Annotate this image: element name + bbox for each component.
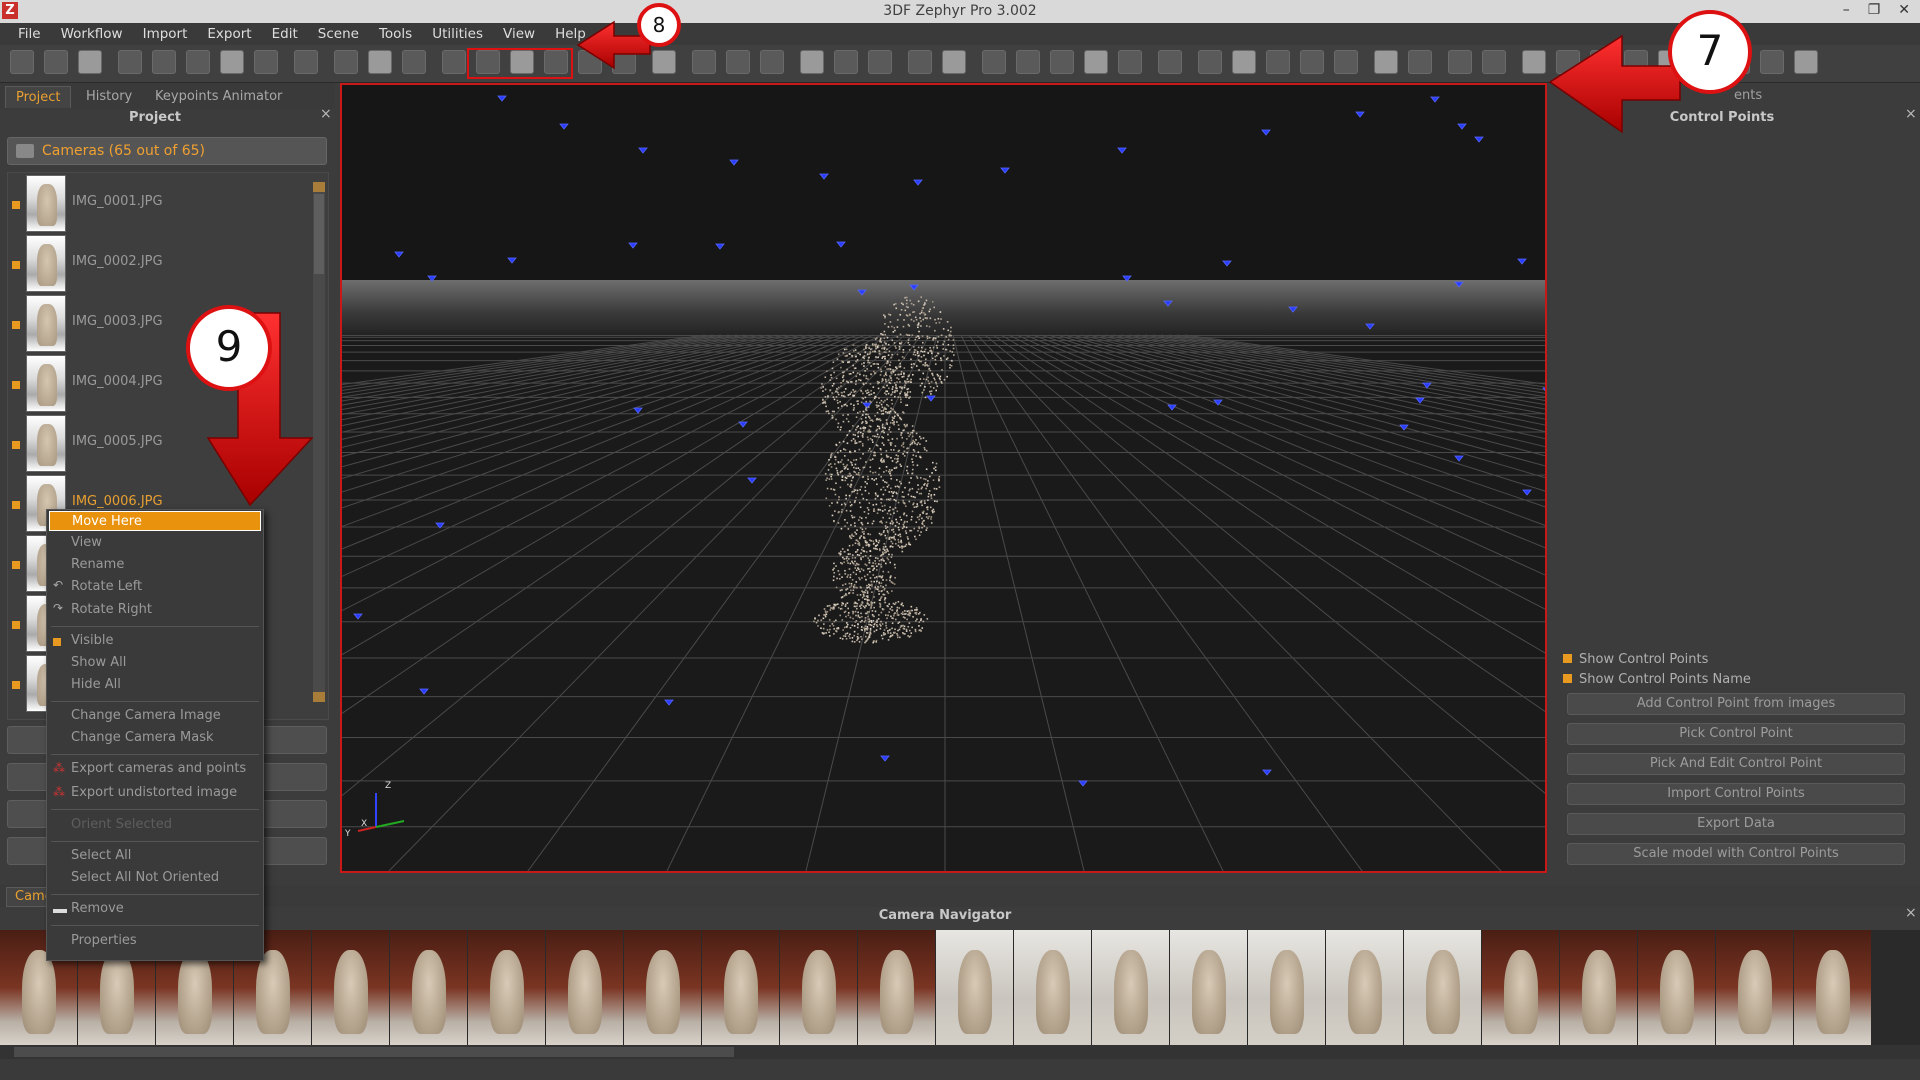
annotation-overlay [206,20,1681,507]
arrow-7 [1548,34,1681,134]
callout-8: 8 [637,3,681,47]
callout-7: 7 [1668,10,1752,94]
callout-9: 9 [186,305,272,391]
